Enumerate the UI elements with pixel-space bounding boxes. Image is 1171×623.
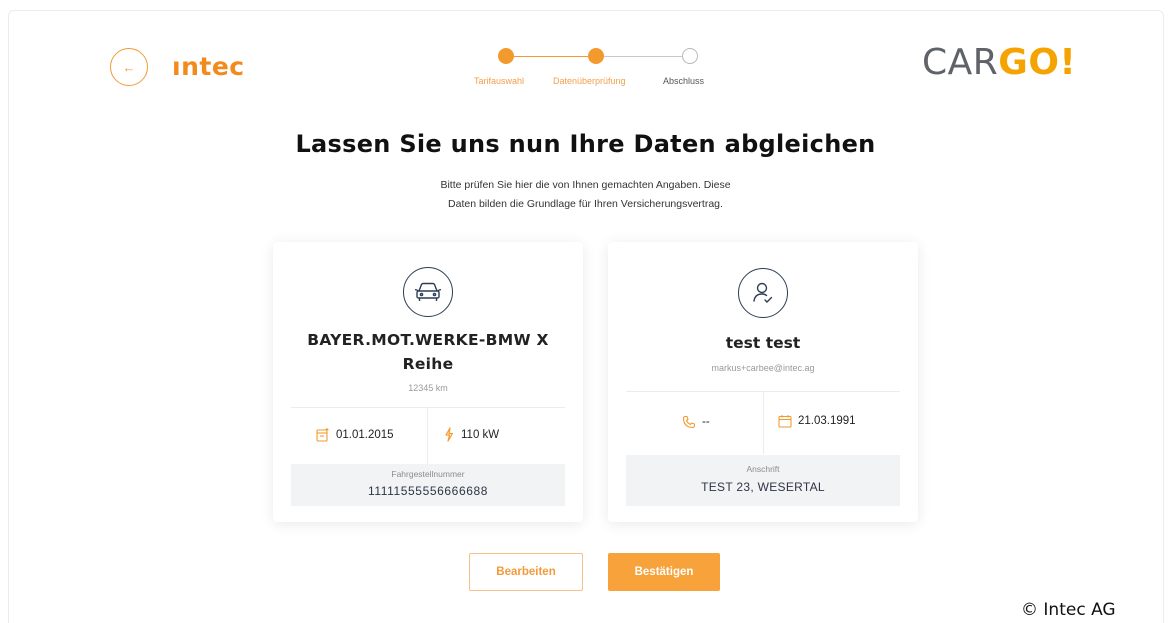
engine-power-value: 110 kW [461,428,500,441]
calendar-icon [778,415,792,428]
step-1-dot [498,48,514,64]
cargo-logo: CARGO! [922,42,1076,83]
step-2-dot [588,48,604,64]
divider-vertical [763,392,764,454]
user-check-icon [738,268,788,318]
birth-date-value: 21.03.1991 [798,415,856,427]
phone-number: -- [682,415,710,429]
divider-vertical [427,408,428,464]
engine-power: 110 kW [443,427,499,442]
vehicle-card: BAYER.MOT.WERKE-BMW X Reihe 12345 km 01.… [273,242,583,522]
arrow-left-icon: ← [122,59,136,75]
person-card: test test markus+carbee@intec.ag -- 21.0… [608,242,918,522]
cargo-logo-part1: CAR [922,42,999,83]
page-subtitle: Bitte prüfen Sie hier die von Ihnen gema… [0,176,1171,214]
subtitle-line-2: Daten bilden die Grundlage für Ihren Ver… [448,198,723,210]
page-frame [8,10,1164,623]
intec-logo: ıntec [172,52,245,81]
step-1-label: Tarifauswahl [474,76,525,86]
bolt-icon [445,427,454,442]
cargo-logo-part2: GO! [998,42,1077,83]
person-email: markus+carbee@intec.ag [711,363,815,373]
confirm-button[interactable]: Bestätigen [608,553,720,591]
vin-box: Fahrgestellnummer 11111555556666688 [291,464,565,506]
step-3-label: Abschluss [663,76,705,86]
edit-button[interactable]: Bearbeiten [469,553,583,591]
vehicle-name-line-1: BAYER.MOT.WERKE-BMW X [307,331,549,349]
vehicle-name-line-2: Reihe [402,355,454,373]
calendar-plus-icon [316,428,329,442]
progress-stepper: Tarifauswahl Datenüberprüfung Abschluss [472,48,732,98]
address-label: Anschrift [746,464,780,474]
first-registration: 01.01.2015 [316,427,394,442]
address-value: TEST 23, WESERTAL [701,480,825,494]
copyright-notice: © Intec AG [1019,600,1118,620]
first-registration-value: 01.01.2015 [336,428,394,441]
vin-value: 11111555556666688 [367,484,489,498]
vin-label: Fahrgestellnummer [391,469,465,479]
page-title: Lassen Sie uns nun Ihre Daten abgleichen [295,130,876,158]
step-2-label: Datenüberprüfung [553,76,626,86]
car-icon [403,267,453,317]
person-name: test test [725,334,801,352]
step-2-connector [604,56,682,57]
address-box: Anschrift TEST 23, WESERTAL [626,455,900,506]
back-button[interactable]: ← [110,48,148,86]
birth-date: 21.03.1991 [778,414,856,428]
phone-value: -- [702,416,710,428]
divider [291,407,565,408]
phone-icon [682,415,696,429]
step-1-connector [514,56,588,57]
subtitle-line-1: Bitte prüfen Sie hier die von Ihnen gema… [440,179,731,191]
step-3-dot [682,48,698,64]
vehicle-mileage: 12345 km [408,383,448,393]
vehicle-name: BAYER.MOT.WERKE-BMW X Reihe [273,328,583,376]
